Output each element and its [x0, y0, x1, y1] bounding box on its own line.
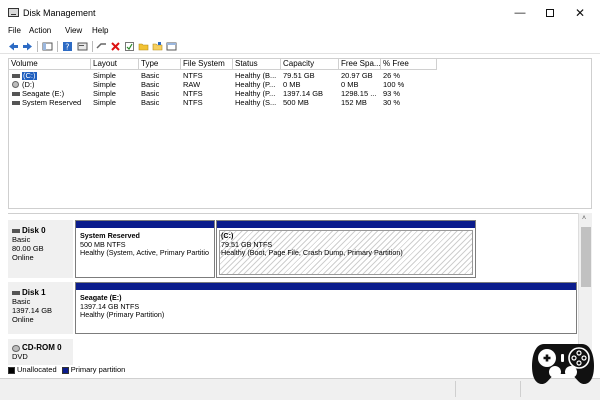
- column-header-volume[interactable]: Volume: [9, 59, 91, 70]
- disk-1-row: Disk 1 Basic 1397.14 GB Online Seagate (…: [8, 282, 578, 334]
- status-cell: Healthy (B...: [235, 72, 277, 80]
- help-icon[interactable]: ?: [62, 41, 73, 52]
- layout-cell: Simple: [93, 81, 116, 89]
- type-cell: Basic: [141, 99, 160, 107]
- layout-cell: Simple: [93, 90, 116, 98]
- table-row[interactable]: Seagate (E:) Simple Basic NTFS Healthy (…: [9, 90, 593, 98]
- column-header-capacity[interactable]: Capacity: [281, 59, 339, 70]
- pct-cell: 26 %: [383, 72, 401, 80]
- disk-icon: [12, 229, 20, 234]
- pct-cell: 100 %: [383, 81, 405, 89]
- layout-cell: Simple: [93, 99, 116, 107]
- type-cell: Basic: [141, 81, 160, 89]
- capacity-cell: 79.51 GB: [283, 72, 315, 80]
- back-icon[interactable]: [8, 41, 19, 52]
- column-header-type[interactable]: Type: [139, 59, 181, 70]
- status-cell: Healthy (S...: [235, 99, 277, 107]
- cd-drive-icon: [12, 81, 19, 88]
- disk-management-icon: [8, 8, 19, 17]
- legend-primary-partition: Primary partition: [70, 365, 126, 374]
- volume-name: System Reserved: [22, 99, 82, 107]
- capacity-cell: 1397.14 GB: [283, 90, 324, 98]
- primary-partition-swatch: [61, 366, 69, 374]
- gamepad-icon: [532, 344, 594, 384]
- disk-icon: [12, 291, 20, 296]
- disk-map: Disk 0 Basic 80.00 GB Online System Rese…: [8, 213, 592, 378]
- folder-icon[interactable]: [138, 41, 149, 52]
- panel-icon[interactable]: [42, 41, 53, 52]
- cd-drive-icon: [12, 344, 20, 352]
- properties-icon[interactable]: [77, 41, 88, 52]
- svg-text:?: ?: [65, 43, 69, 52]
- console-icon[interactable]: [166, 41, 177, 52]
- close-button[interactable]: ✕: [565, 3, 595, 23]
- column-header-layout[interactable]: Layout: [91, 59, 139, 70]
- disk-0-row: Disk 0 Basic 80.00 GB Online System Rese…: [8, 220, 578, 278]
- free-cell: 0 MB: [341, 81, 359, 89]
- delete-icon[interactable]: [110, 41, 121, 52]
- table-row[interactable]: System Reserved Simple Basic NTFS Health…: [9, 99, 593, 107]
- minimize-button[interactable]: —: [505, 3, 535, 23]
- pct-cell: 93 %: [383, 90, 401, 98]
- volume-name: (C:): [22, 72, 37, 80]
- unallocated-swatch: [8, 366, 15, 374]
- volume-name: (D:): [22, 81, 35, 89]
- cdrom-0-label[interactable]: CD-ROM 0 DVD: [8, 339, 74, 365]
- column-header-percent-free[interactable]: % Free: [381, 59, 437, 70]
- table-row[interactable]: (C:) Simple Basic NTFS Healthy (B... 79.…: [9, 72, 593, 80]
- drive-icon: [12, 74, 20, 78]
- disk-0-label[interactable]: Disk 0 Basic 80.00 GB Online: [8, 220, 74, 278]
- free-cell: 1298.15 ...: [341, 90, 377, 98]
- legend: Unallocated Primary partition: [8, 365, 125, 377]
- status-cell: Healthy (P...: [235, 90, 276, 98]
- volume-name: Seagate (E:): [22, 90, 65, 98]
- menu-bar: File Action View Help: [0, 26, 600, 38]
- toolbar: ?: [0, 39, 600, 54]
- partition-system-reserved[interactable]: System Reserved 500 MB NTFS Healthy (Sys…: [75, 220, 215, 278]
- table-row[interactable]: (D:) Simple Basic RAW Healthy (P... 0 MB…: [9, 81, 593, 89]
- free-cell: 152 MB: [341, 99, 367, 107]
- title-bar: Disk Management — ✕: [0, 0, 600, 26]
- connect-icon[interactable]: [96, 41, 107, 52]
- capacity-cell: 500 MB: [283, 99, 309, 107]
- status-cell: Healthy (P...: [235, 81, 276, 89]
- legend-unallocated: Unallocated: [17, 365, 57, 374]
- forward-icon[interactable]: [22, 41, 33, 52]
- partition-seagate-e[interactable]: Seagate (E:) 1397.14 GB NTFS Healthy (Pr…: [75, 282, 577, 334]
- free-cell: 20.97 GB: [341, 72, 373, 80]
- pct-cell: 30 %: [383, 99, 401, 107]
- fs-cell: NTFS: [183, 72, 203, 80]
- scroll-up-icon[interactable]: ˄: [582, 215, 586, 222]
- check-icon[interactable]: [124, 41, 135, 52]
- menu-file[interactable]: File: [8, 26, 21, 35]
- column-header-file-system[interactable]: File System: [181, 59, 233, 70]
- type-cell: Basic: [141, 90, 160, 98]
- capacity-cell: 0 MB: [283, 81, 301, 89]
- column-header-status[interactable]: Status: [233, 59, 281, 70]
- layout-cell: Simple: [93, 72, 116, 80]
- disk-1-label[interactable]: Disk 1 Basic 1397.14 GB Online: [8, 282, 74, 334]
- open-icon[interactable]: [152, 41, 163, 52]
- column-header-free-space[interactable]: Free Spa...: [339, 59, 381, 70]
- status-bar: [0, 378, 600, 400]
- partition-c-drive[interactable]: (C:) 79.51 GB NTFS Healthy (Boot, Page F…: [216, 220, 476, 278]
- drive-icon: [12, 92, 20, 96]
- window-title: Disk Management: [23, 8, 96, 18]
- fs-cell: NTFS: [183, 99, 203, 107]
- volume-list: Volume Layout Type File System Status Ca…: [8, 58, 592, 209]
- cdrom-0-row: CD-ROM 0 DVD: [8, 339, 578, 365]
- menu-help[interactable]: Help: [92, 26, 108, 35]
- menu-action[interactable]: Action: [29, 26, 51, 35]
- maximize-icon: [546, 9, 554, 18]
- maximize-button[interactable]: [535, 3, 565, 23]
- menu-view[interactable]: View: [65, 26, 82, 35]
- drive-icon: [12, 101, 20, 105]
- scroll-thumb[interactable]: [581, 227, 591, 287]
- type-cell: Basic: [141, 72, 160, 80]
- fs-cell: RAW: [183, 81, 201, 89]
- fs-cell: NTFS: [183, 90, 203, 98]
